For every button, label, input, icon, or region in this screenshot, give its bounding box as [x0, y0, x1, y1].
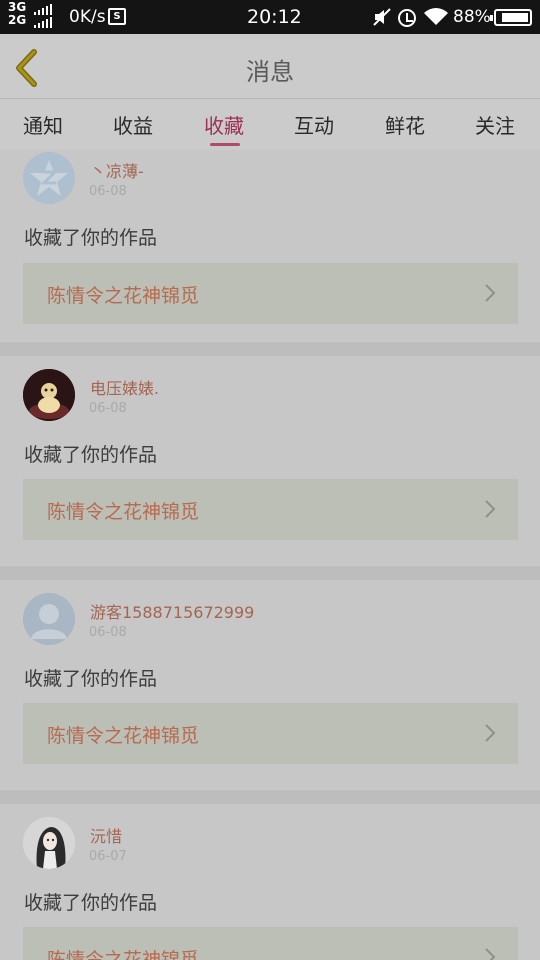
chevron-right-icon [485, 500, 496, 518]
tab-flowers[interactable]: 鲜花 [385, 110, 425, 139]
work-title: 陈情令之花神锦觅 [47, 949, 200, 960]
mute-icon [372, 7, 392, 32]
tab-following[interactable]: 关注 [475, 110, 515, 139]
avatar[interactable] [23, 817, 75, 869]
work-title: 陈情令之花神锦觅 [47, 501, 200, 523]
network-speed: 0K/s [69, 7, 106, 27]
anime-girl-avatar-icon [23, 817, 75, 869]
message-text: 收藏了你的作品 [24, 668, 158, 690]
battery-percent: 88% [453, 7, 491, 27]
wifi-icon [424, 8, 448, 31]
work-title: 陈情令之花神锦觅 [47, 725, 200, 747]
message-date: 06-08 [89, 625, 127, 640]
message-card: 沅惜 06-07 收藏了你的作品 陈情令之花神锦觅 [0, 804, 540, 960]
page-title: 消息 [246, 58, 294, 86]
message-date: 06-08 [89, 401, 127, 416]
work-link[interactable]: 陈情令之花神锦觅 [23, 927, 518, 960]
avatar[interactable] [23, 593, 75, 645]
username[interactable]: 电压婊婊. [90, 375, 159, 399]
clock: 20:12 [247, 6, 302, 28]
tab-earnings[interactable]: 收益 [113, 110, 153, 139]
message-text: 收藏了你的作品 [24, 444, 158, 466]
message-text: 收藏了你的作品 [24, 892, 158, 914]
screen: 3G 2G 0K/s S 20:12 88% 消息 通知 收益 收藏 互动 鲜花… [0, 0, 540, 960]
signal-icon [34, 4, 52, 28]
status-bar: 3G 2G 0K/s S 20:12 88% [0, 0, 540, 34]
alarm-icon [398, 9, 416, 27]
work-link[interactable]: 陈情令之花神锦觅 [23, 703, 518, 764]
tab-interactions[interactable]: 互动 [294, 110, 334, 139]
message-card: 丶凉薄- 06-08 收藏了你的作品 陈情令之花神锦觅 [0, 150, 540, 342]
card-divider [0, 342, 540, 356]
message-card: 电压婊婊. 06-08 收藏了你的作品 陈情令之花神锦觅 [0, 356, 540, 566]
message-card: 游客1588715672999 06-08 收藏了你的作品 陈情令之花神锦觅 [0, 580, 540, 790]
chevron-right-icon [485, 948, 496, 960]
active-tab-indicator [210, 143, 240, 146]
card-divider [0, 566, 540, 580]
message-list: 丶凉薄- 06-08 收藏了你的作品 陈情令之花神锦觅 电压婊婊. 06-08 … [0, 150, 540, 960]
avatar[interactable] [23, 369, 75, 421]
network-type: 3G 2G [8, 0, 27, 27]
work-link[interactable]: 陈情令之花神锦觅 [23, 479, 518, 540]
message-date: 06-07 [89, 849, 127, 864]
username[interactable]: 沅惜 [90, 823, 122, 847]
username[interactable]: 游客1588715672999 [90, 599, 254, 623]
default-user-avatar-icon [23, 593, 75, 645]
tab-favorites[interactable]: 收藏 [204, 110, 244, 139]
chevron-right-icon [485, 724, 496, 742]
tab-notifications[interactable]: 通知 [23, 110, 63, 139]
storage-icon: S [108, 8, 126, 25]
tab-bar: 通知 收益 收藏 互动 鲜花 关注 [0, 100, 540, 150]
work-link[interactable]: 陈情令之花神锦觅 [23, 263, 518, 324]
avatar[interactable] [23, 152, 75, 204]
toy-photo-avatar-icon [23, 369, 75, 421]
username[interactable]: 丶凉薄- [90, 158, 144, 182]
default-avatar-icon [23, 152, 75, 204]
work-title: 陈情令之花神锦觅 [47, 285, 200, 307]
message-text: 收藏了你的作品 [24, 227, 158, 249]
header-bar: 消息 [0, 34, 540, 99]
card-divider [0, 790, 540, 804]
chevron-right-icon [485, 284, 496, 302]
battery-icon [490, 9, 532, 26]
message-date: 06-08 [89, 184, 127, 199]
